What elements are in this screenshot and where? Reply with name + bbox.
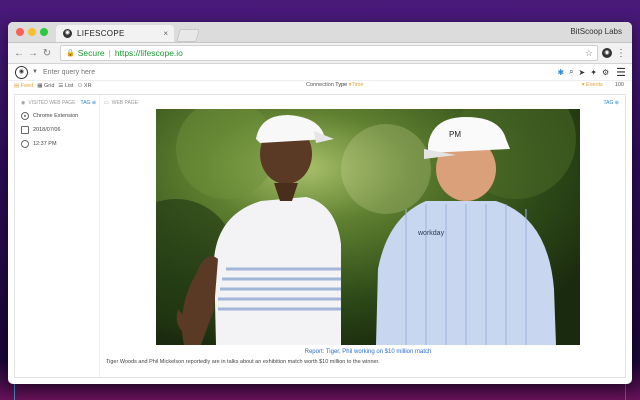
chrome-icon: ● (21, 112, 29, 120)
title-bar: ◉ LIFESCOPE × BitScoop Labs (8, 22, 632, 43)
event-meta-pane: ◉ VISITED WEB PAGE TAG ⊕ ● Chrome Extens… (15, 95, 100, 377)
result-count: 100 (614, 82, 624, 88)
clock-icon (21, 140, 29, 148)
event-tag-button[interactable]: TAG ⊕ (81, 100, 97, 106)
profile-name[interactable]: BitScoop Labs (570, 27, 622, 36)
view-feed[interactable]: ▤ Feed (14, 83, 33, 89)
hamburger-menu-icon[interactable]: ☰ (616, 66, 626, 79)
event-header: ◉ VISITED WEB PAGE TAG ⊕ (21, 100, 99, 106)
filter-type[interactable]: Type (335, 82, 347, 88)
event-date-row: 2018/07/06 (21, 126, 99, 134)
event-time: 12:37 PM (33, 141, 57, 147)
app-toolbar: ◉ ▼ ✱ ⌕ ➤ ✦ ⚙ ☰ (8, 64, 632, 81)
content-type-label: WEB PAGE (111, 100, 139, 106)
event-type-label: VISITED WEB PAGE (28, 100, 76, 106)
browser-window: ◉ LIFESCOPE × BitScoop Labs ← → ↻ 🔒 Secu… (8, 22, 632, 384)
event-time-row: 12:37 PM (21, 140, 99, 148)
event-date: 2018/07/06 (33, 127, 61, 133)
url-input[interactable]: 🔒 Secure | https://lifescope.io ☆ (60, 45, 598, 61)
reload-icon[interactable]: ↻ (40, 48, 54, 59)
lock-icon: 🔒 (66, 50, 75, 57)
events-label: Events (585, 82, 603, 88)
arrow-right-icon[interactable]: → (26, 48, 40, 59)
wand-icon[interactable]: ✦ (590, 68, 597, 77)
secure-label: Secure (77, 48, 105, 58)
star-icon[interactable]: ☆ (585, 48, 593, 59)
view-list[interactable]: ☰ List (58, 83, 73, 89)
view-feed-label: Feed (20, 83, 34, 89)
view-list-label: List (64, 83, 74, 89)
view-grid-label: Grid (44, 83, 55, 89)
webpage-icon: ▭ (104, 100, 109, 106)
minimize-window-button[interactable] (28, 28, 36, 36)
golfers-photo-svg: PM workday (156, 109, 580, 345)
filter-time-label: Time (351, 82, 364, 88)
address-bar-row: ← → ↻ 🔒 Secure | https://lifescope.io ☆ … (8, 43, 632, 64)
filter-time[interactable]: ▾Time (349, 82, 364, 88)
calendar-icon (21, 126, 29, 134)
new-tab-button[interactable] (176, 29, 200, 42)
content-tag-label: TAG (603, 100, 614, 106)
chevron-down-icon[interactable]: ▼ (32, 69, 38, 75)
toolbar-icons: ✱ ⌕ ➤ ✦ ⚙ ☰ (557, 66, 626, 79)
browser-tab[interactable]: ◉ LIFESCOPE × (56, 25, 174, 42)
event-tag-label: TAG (80, 100, 91, 106)
view-xr[interactable]: ⚇ XR (77, 83, 91, 89)
maximize-window-button[interactable] (40, 28, 48, 36)
more-vert-icon[interactable]: ⋮ (616, 48, 626, 59)
view-xr-label: XR (83, 83, 92, 89)
eye-icon: ◉ (21, 100, 26, 106)
gear-icon[interactable]: ⚙ (602, 68, 609, 77)
events-filter[interactable]: ▾ Events (582, 82, 603, 88)
tab-close-icon[interactable]: × (163, 29, 168, 38)
send-icon[interactable]: ➤ (579, 68, 586, 77)
feed-content: ◉ VISITED WEB PAGE TAG ⊕ ● Chrome Extens… (8, 90, 632, 384)
content-header: ▭ WEB PAGE (104, 100, 625, 106)
search-input[interactable] (40, 67, 558, 77)
tab-title: LIFESCOPE (77, 29, 125, 38)
filter-connection[interactable]: Connection (306, 82, 334, 88)
svg-text:PM: PM (449, 130, 461, 139)
article-image[interactable]: PM workday (156, 109, 580, 345)
star-filter-icon[interactable]: ✱ (557, 68, 564, 77)
svg-text:workday: workday (417, 230, 445, 237)
event-source: Chrome Extension (33, 113, 79, 119)
event-source-row: ● Chrome Extension (21, 112, 99, 120)
close-window-button[interactable] (16, 28, 24, 36)
url-text: https://lifescope.io (114, 48, 183, 58)
search-icon[interactable]: ⌕ (569, 67, 573, 77)
lifescope-logo-icon[interactable]: ◉ (15, 65, 28, 79)
content-pane: ▭ WEB PAGE TAG ⊕ PM workday Report: Tige… (100, 95, 625, 377)
content-tag-button[interactable]: TAG ⊕ (603, 100, 619, 106)
lifescope-favicon-icon: ◉ (63, 29, 72, 38)
view-grid[interactable]: ▦ Grid (37, 83, 54, 89)
lifescope-extension-icon[interactable]: ◉ (602, 48, 612, 58)
article-description: Tiger Woods and Phil Mickelson reportedl… (106, 359, 380, 365)
event-card: ◉ VISITED WEB PAGE TAG ⊕ ● Chrome Extens… (14, 94, 626, 378)
arrow-left-icon[interactable]: ← (12, 48, 26, 59)
url-separator: | (108, 48, 111, 58)
article-title-link[interactable]: Report: Tiger, Phil working on $10 milli… (156, 349, 580, 355)
